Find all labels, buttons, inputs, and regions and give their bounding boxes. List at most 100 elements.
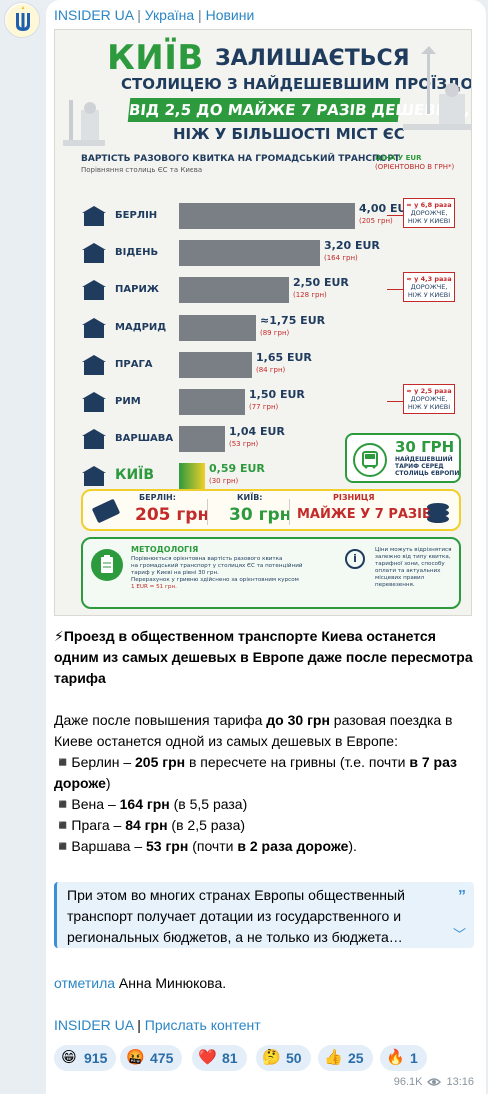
reaction-count: 915 (84, 1050, 108, 1066)
expandable-quote[interactable]: При этом во многих странах Европы общест… (54, 882, 474, 948)
price-comparison-note: ≈ у 2,5 раза ДОРОЖЧЕ, НІЖ У КИЄВІ (403, 384, 455, 414)
price-row: РИМ 1,50 EUR (77 грн) ≈ у 2,5 раза ДОРОЖЧЕ, Н… (55, 384, 471, 422)
submit-content-link[interactable]: Прислать контент (145, 1017, 261, 1033)
price-bar (179, 314, 256, 341)
methodology-text: Порівнюється орієнтовна вартість разовог… (131, 556, 302, 591)
price-value: 2,50 EUR (128 грн) (293, 277, 349, 301)
price-value: 1,50 EUR (77 грн) (249, 389, 305, 413)
difference-value: МАЙЖЕ У 7 РАЗІВ! (297, 507, 438, 522)
methodology-line: Порівнюється орієнтовна вартість разовог… (131, 556, 283, 562)
channel-name[interactable]: INSIDER UA (54, 7, 133, 23)
reaction-count: 50 (286, 1050, 302, 1066)
reaction-chip[interactable]: 😁 915 (54, 1045, 117, 1071)
city-label: РИМ (115, 396, 141, 407)
methodology-line: Перерахунок у гривню здійснено за орієнт… (131, 577, 299, 583)
reaction-count: 81 (222, 1050, 238, 1066)
bold-text: в 2 раза дороже (237, 838, 349, 854)
kyiv-badge-value: 30 ГРН (395, 438, 455, 456)
note-line: НІЖ У КИЄВІ (407, 217, 451, 225)
text: (почти (188, 838, 238, 854)
text: в пересчете на гривны (т.е. почти (185, 754, 410, 770)
infographic-image[interactable]: КИЇВ ЗАЛИШАЄТЬСЯ СТОЛИЦЕЮ З НАЙДЕШЕВШИМ … (54, 29, 472, 616)
divider (207, 499, 208, 525)
methodology-note-line: залежно від типу квитка, (375, 554, 451, 560)
eiffel-tower-icon (82, 280, 106, 301)
reaction-chip[interactable]: 🔥 1 (380, 1045, 427, 1071)
brandenburg-gate-icon (82, 206, 106, 226)
chevron-down-icon[interactable]: ﹀ (453, 924, 466, 945)
methodology-note-line: тарифної зони, способу (375, 561, 445, 567)
quote-mark-icon: ” (458, 888, 466, 905)
price-uah: (77 грн) (249, 403, 279, 411)
price-eur: 1,50 EUR (249, 388, 305, 401)
bold-text: до 30 грн (266, 712, 330, 728)
price-value: 1,65 EUR (84 грн) (256, 351, 312, 376)
price-bar (179, 351, 252, 378)
city-label: ВІДЕНЬ (115, 247, 159, 259)
angry-icon: 🤬 (126, 1049, 145, 1066)
infographic-title-rest: ЗАЛИШАЄТЬСЯ (215, 46, 410, 71)
kyiv-label: КИЇВ: (237, 493, 263, 502)
infographic-subtitle-2: НІЖ У БІЛЬШОСТІ МІСТ ЄС (173, 125, 405, 143)
reaction-count: 475 (150, 1050, 174, 1066)
arrow-connector (387, 289, 403, 291)
chart-title: ВАРТІСТЬ РАЗОВОГО КВИТКА НА ГРОМАДСЬКИЙ … (81, 154, 400, 164)
eye-icon (427, 1078, 442, 1086)
trident-emblem-icon (6, 4, 39, 37)
clipboard-icon (91, 549, 123, 581)
reaction-chip[interactable]: ❤️ 81 (192, 1045, 247, 1071)
palace-of-culture-icon (82, 429, 106, 450)
reaction-chip[interactable]: 🤬 475 (120, 1045, 183, 1071)
reaction-chip[interactable]: 👍 25 (318, 1045, 373, 1071)
city-label: ПРАГА (115, 358, 153, 370)
channel-category-news[interactable]: Новини (206, 7, 255, 23)
heart-icon: ❤️ (198, 1049, 217, 1066)
channel-link[interactable]: INSIDER UA (54, 1017, 133, 1033)
author-line: отметила Анна Минюкова. (54, 975, 226, 991)
price-eur: 1,04 EUR (229, 425, 285, 439)
kyiv-skyline-icon (63, 100, 105, 146)
channel-header[interactable]: INSIDER UA | Україна | Новини (54, 7, 254, 23)
price-row: ПРАГА 1,65 EUR (84 грн) (55, 347, 471, 385)
reaction-count: 25 (348, 1050, 364, 1066)
channel-avatar[interactable] (4, 2, 40, 38)
text: Даже после повышения тарифа (54, 712, 267, 728)
ferris-wheel-icon (82, 243, 106, 264)
header-separator: | (133, 7, 145, 23)
footer-links: INSIDER UA | Прислать контент (54, 1017, 261, 1033)
text: ) (105, 775, 111, 791)
price-header-eur: ЦІНА У EUR (375, 154, 422, 162)
kyiv-value: 30 грн (229, 505, 292, 525)
price-bar (179, 463, 205, 490)
thumbs-up-icon: 👍 (324, 1049, 343, 1066)
price-row: БЕРЛІН 4,00 EUR (205 грн) ≈ у 6,8 раза ДОРОЖ… (55, 198, 471, 236)
methodology-note-line: місцевих правил (375, 575, 425, 581)
price-value: ≈1,75 EUR (89 грн) (260, 313, 326, 339)
views-count: 96.1K (393, 1076, 423, 1088)
methodology-note-line: Ціни можуть відрізнятися (375, 547, 452, 553)
author-mention-link[interactable]: отметила (54, 975, 115, 991)
price-uah: (84 грн) (256, 365, 286, 374)
price-eur: ≈1,75 EUR (260, 313, 326, 327)
grin-icon: 😁 (61, 1049, 77, 1066)
price-uah: (30 грн) (209, 477, 239, 486)
reaction-chip[interactable]: 🤔 50 (256, 1045, 311, 1071)
price-comparison-note: ≈ у 4,3 раза ДОРОЖЧЕ, НІЖ У КИЄВІ (403, 272, 455, 303)
city-label: БЕРЛІН (115, 210, 158, 221)
infographic-highlight: ВІД 2,5 ДО МАЙЖЕ 7 РАЗІВ ДЕШЕВШЕ, (127, 98, 471, 122)
colosseum-icon (82, 392, 106, 412)
post-headline: ⚡Проезд в общественном транспорте Киева … (54, 626, 474, 689)
price-bar (179, 203, 355, 229)
channel-category-ukraine[interactable]: Україна (145, 7, 194, 23)
kyiv-badge-line: НАЙДЕШЕВШИЙ (395, 456, 453, 463)
note-line: ДОРОЖЧЕ, (410, 283, 448, 292)
bullet-prague: ◾️Прага – 84 грн (в 2,5 раза) (54, 815, 474, 836)
post-body: Даже после повышения тарифа до 30 грн ра… (54, 710, 474, 857)
city-label: МАДРИД (115, 321, 167, 333)
price-bar (179, 426, 225, 453)
text: ◾️Варшава – (54, 838, 146, 854)
methodology-title: МЕТОДОЛОГІЯ (131, 545, 199, 554)
arrow-connector (387, 215, 403, 216)
kyiv-badge-line: СТОЛИЦЬ ЄВРОПИ (395, 470, 460, 477)
price-row: МАДРИД ≈1,75 EUR (89 грн) (55, 310, 471, 348)
